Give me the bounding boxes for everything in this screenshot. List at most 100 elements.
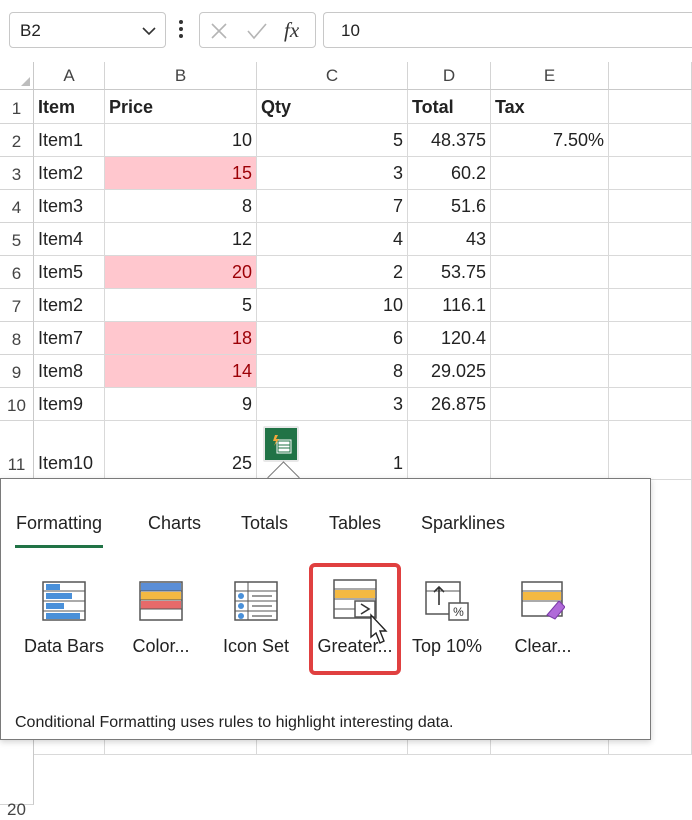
cell-b9[interactable]: 14 [105, 355, 257, 388]
cell-b4[interactable]: 8 [105, 190, 257, 223]
column-header-e[interactable]: E [491, 62, 609, 90]
tab-totals[interactable]: Totals [241, 513, 288, 534]
enter-check-icon[interactable] [246, 22, 268, 40]
cell-b11[interactable]: 25 [105, 421, 257, 480]
cell-a7[interactable]: Item2 [34, 289, 105, 322]
cell-d2[interactable]: 48.375 [408, 124, 491, 157]
cell-b3[interactable]: 15 [105, 157, 257, 190]
cell-e4[interactable] [491, 190, 609, 223]
formula-input[interactable]: 10 [323, 12, 692, 48]
cell-d6[interactable]: 53.75 [408, 256, 491, 289]
column-header-b[interactable]: B [105, 62, 257, 90]
cell-d5[interactable]: 43 [408, 223, 491, 256]
cell-d11[interactable] [408, 421, 491, 480]
cell-e10[interactable] [491, 388, 609, 421]
cell-f10[interactable] [609, 388, 692, 421]
cell-b8[interactable]: 18 [105, 322, 257, 355]
cell-f9[interactable] [609, 355, 692, 388]
cell-c1[interactable]: Qty [257, 90, 408, 124]
row-header-3[interactable]: 3 [0, 157, 34, 190]
row-header-6[interactable]: 6 [0, 256, 34, 289]
cell-a6[interactable]: Item5 [34, 256, 105, 289]
cell-a1[interactable]: Item [34, 90, 105, 124]
row-header-7[interactable]: 7 [0, 289, 34, 322]
cell-b6[interactable]: 20 [105, 256, 257, 289]
cell-e3[interactable] [491, 157, 609, 190]
cell-f5[interactable] [609, 223, 692, 256]
row-header-2[interactable]: 2 [0, 124, 34, 157]
option-top-10[interactable]: % Top 10% [403, 571, 491, 671]
cell-a11[interactable]: Item10 [34, 421, 105, 480]
cell-f2[interactable] [609, 124, 692, 157]
tab-formatting[interactable]: Formatting [14, 513, 104, 548]
cell-a8[interactable]: Item7 [34, 322, 105, 355]
cell-b7[interactable]: 5 [105, 289, 257, 322]
cell-e11[interactable] [491, 421, 609, 480]
row-header-9[interactable]: 9 [0, 355, 34, 388]
row-header-5[interactable]: 5 [0, 223, 34, 256]
cell-d1[interactable]: Total [408, 90, 491, 124]
cell-c6[interactable]: 2 [257, 256, 408, 289]
tab-charts[interactable]: Charts [148, 513, 201, 534]
select-all-corner[interactable] [0, 62, 34, 90]
cell-a2[interactable]: Item1 [34, 124, 105, 157]
cell-c2[interactable]: 5 [257, 124, 408, 157]
row-header-10[interactable]: 10 [0, 388, 34, 421]
cell-c7[interactable]: 10 [257, 289, 408, 322]
cell-b2[interactable]: 10 [105, 124, 257, 157]
cell-d8[interactable]: 120.4 [408, 322, 491, 355]
option-clear[interactable]: Clear... [499, 571, 587, 671]
cell-a3[interactable]: Item2 [34, 157, 105, 190]
row-header-1[interactable]: 1 [0, 90, 34, 124]
name-box[interactable]: B2 [9, 12, 166, 48]
row-header-8[interactable]: 8 [0, 322, 34, 355]
cell-f3[interactable] [609, 157, 692, 190]
option-icon-set[interactable]: Icon Set [212, 571, 300, 671]
cell-a4[interactable]: Item3 [34, 190, 105, 223]
cell-c8[interactable]: 6 [257, 322, 408, 355]
cell-a5[interactable]: Item4 [34, 223, 105, 256]
cell-e5[interactable] [491, 223, 609, 256]
insert-function-button[interactable]: fx [284, 18, 299, 43]
cell-f11[interactable] [609, 421, 692, 480]
option-data-bars[interactable]: Data Bars [20, 571, 108, 671]
cell-f4[interactable] [609, 190, 692, 223]
cell-f8[interactable] [609, 322, 692, 355]
cell-e1[interactable]: Tax [491, 90, 609, 124]
cell-c5[interactable]: 4 [257, 223, 408, 256]
cell-f6[interactable] [609, 256, 692, 289]
cell-f7[interactable] [609, 289, 692, 322]
cell-a9[interactable]: Item8 [34, 355, 105, 388]
cell-d7[interactable]: 116.1 [408, 289, 491, 322]
chevron-down-icon[interactable] [141, 23, 157, 39]
cell-d10[interactable]: 26.875 [408, 388, 491, 421]
cell-c10[interactable]: 3 [257, 388, 408, 421]
cancel-icon[interactable] [210, 22, 228, 40]
cell-d3[interactable]: 60.2 [408, 157, 491, 190]
cell-d4[interactable]: 51.6 [408, 190, 491, 223]
cell-c9[interactable]: 8 [257, 355, 408, 388]
row-header-11[interactable]: 11 [0, 421, 34, 480]
tab-tables[interactable]: Tables [329, 513, 381, 534]
more-options-icon[interactable] [178, 18, 184, 40]
column-header-d[interactable]: D [408, 62, 491, 90]
cell-c4[interactable]: 7 [257, 190, 408, 223]
cell-d9[interactable]: 29.025 [408, 355, 491, 388]
cell-b5[interactable]: 12 [105, 223, 257, 256]
tab-sparklines[interactable]: Sparklines [421, 513, 505, 534]
column-header-c[interactable]: C [257, 62, 408, 90]
cell-e7[interactable] [491, 289, 609, 322]
quick-analysis-button[interactable] [263, 426, 299, 462]
cell-e9[interactable] [491, 355, 609, 388]
column-header-f[interactable] [609, 62, 692, 90]
cell-e2[interactable]: 7.50% [491, 124, 609, 157]
cell-f1[interactable] [609, 90, 692, 124]
option-color-scale[interactable]: Color... [117, 571, 205, 671]
cell-e6[interactable] [491, 256, 609, 289]
cell-b1[interactable]: Price [105, 90, 257, 124]
cell-b10[interactable]: 9 [105, 388, 257, 421]
row-header-4[interactable]: 4 [0, 190, 34, 223]
cell-a10[interactable]: Item9 [34, 388, 105, 421]
column-header-a[interactable]: A [34, 62, 105, 90]
cell-c3[interactable]: 3 [257, 157, 408, 190]
